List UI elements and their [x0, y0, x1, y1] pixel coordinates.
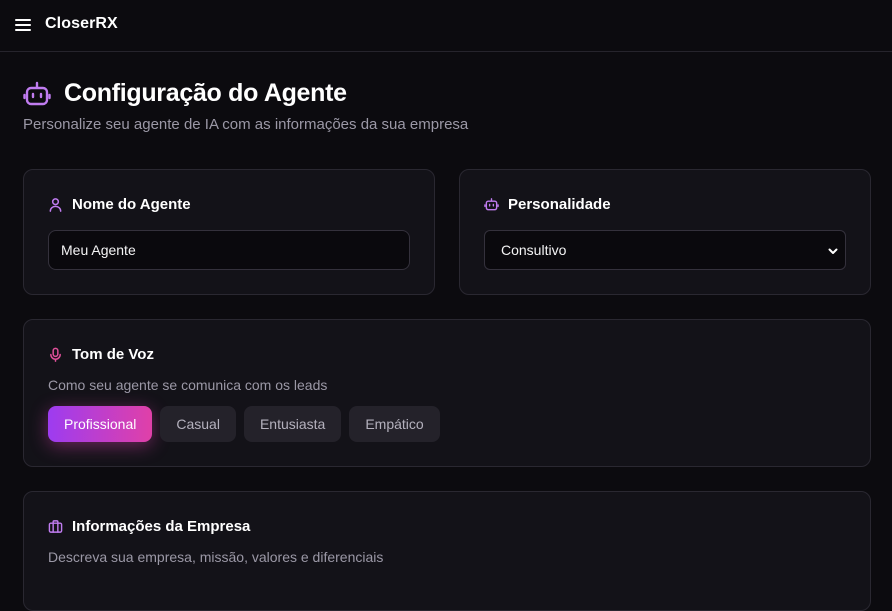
chevron-down-icon: [828, 248, 838, 254]
hamburger-menu-icon: [15, 19, 31, 31]
page-title: Configuração do Agente: [64, 79, 347, 107]
menu-button[interactable]: [14, 16, 32, 34]
voice-tone-options: Profissional Casual Entusiasta Empático: [48, 406, 440, 442]
user-icon: [49, 198, 62, 212]
company-info-card: Informações da Empresa Descreva sua empr…: [23, 491, 871, 611]
brand-logo-text[interactable]: CloserRX: [45, 15, 118, 33]
company-info-description: Descreva sua empresa, missão, valores e …: [48, 549, 384, 565]
voice-tone-heading: Tom de Voz: [48, 346, 154, 363]
agent-name-card: Nome do Agente: [23, 169, 435, 295]
microphone-icon: [50, 347, 61, 362]
personality-card: Personalidade Consultivo: [459, 169, 871, 295]
briefcase-icon: [48, 520, 63, 533]
top-bar: CloserRX: [0, 0, 892, 52]
personality-selected-value: Consultivo: [501, 242, 567, 258]
agent-name-input[interactable]: [48, 230, 410, 270]
voice-tone-description: Como seu agente se comunica com os leads: [48, 377, 328, 393]
tone-option-entusiasta[interactable]: Entusiasta: [243, 406, 342, 442]
voice-tone-label: Tom de Voz: [72, 346, 154, 363]
tone-option-profissional[interactable]: Profissional: [48, 406, 153, 442]
personality-select[interactable]: Consultivo: [484, 230, 846, 270]
page-subtitle: Personalize seu agente de IA com as info…: [23, 116, 469, 133]
agent-name-label: Nome do Agente: [72, 196, 191, 213]
company-info-label: Informações da Empresa: [72, 518, 251, 535]
tone-option-casual[interactable]: Casual: [160, 406, 236, 442]
robot-icon: [484, 198, 499, 211]
tone-option-empatico[interactable]: Empático: [349, 406, 440, 442]
personality-label: Personalidade: [508, 196, 611, 213]
robot-icon: [23, 81, 51, 106]
agent-name-heading: Nome do Agente: [48, 196, 191, 213]
voice-tone-card: Tom de Voz Como seu agente se comunica c…: [23, 319, 871, 467]
personality-heading: Personalidade: [484, 196, 611, 213]
company-info-heading: Informações da Empresa: [48, 518, 250, 535]
